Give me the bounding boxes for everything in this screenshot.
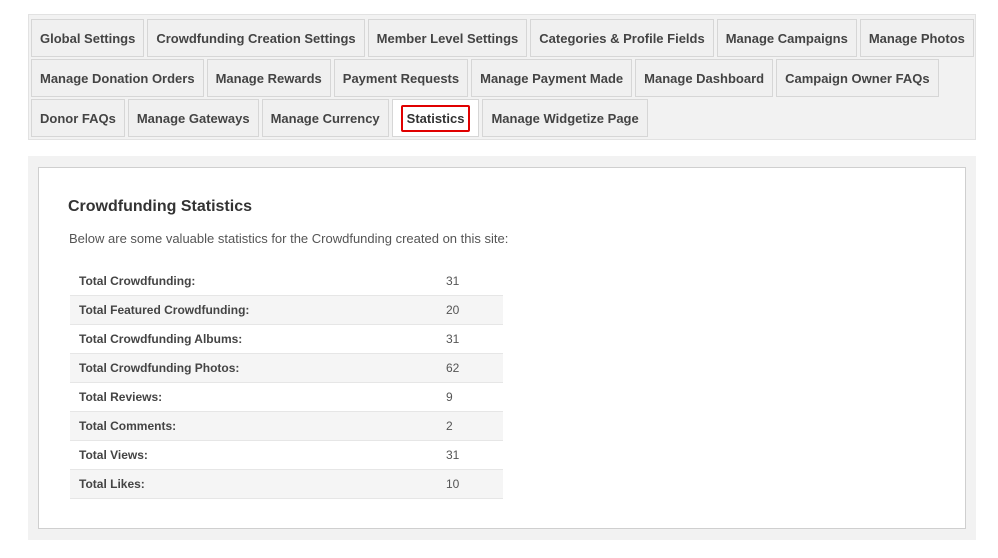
stat-value: 10 xyxy=(446,477,460,491)
stat-label: Total Featured Crowdfunding: xyxy=(79,303,250,317)
tab-manage-rewards[interactable]: Manage Rewards xyxy=(206,59,331,97)
stat-row: Total Crowdfunding Albums: 31 xyxy=(70,325,503,354)
stat-row: Total Comments: 2 xyxy=(70,412,503,441)
tab-statistics-label: Statistics xyxy=(400,104,471,132)
tab-row-3: Donor FAQs Manage Gateways Manage Curren… xyxy=(31,99,651,137)
page-description: Below are some valuable statistics for t… xyxy=(69,231,509,246)
tab-row-2: Manage Donation Orders Manage Rewards Pa… xyxy=(31,59,942,97)
page-title: Crowdfunding Statistics xyxy=(68,198,252,215)
stat-label: Total Views: xyxy=(79,448,148,462)
stat-label: Total Comments: xyxy=(79,419,177,433)
tab-manage-dashboard[interactable]: Manage Dashboard xyxy=(635,59,774,97)
content-area: Crowdfunding Statistics Below are some v… xyxy=(28,156,976,540)
tab-payment-requests[interactable]: Payment Requests xyxy=(333,59,469,97)
stat-row: Total Crowdfunding: 31 xyxy=(70,267,503,296)
stat-value: 62 xyxy=(446,361,460,375)
stat-value: 20 xyxy=(446,303,460,317)
stat-row: Total Likes: 10 xyxy=(70,470,503,499)
tab-statistics[interactable]: Statistics xyxy=(391,99,480,137)
tab-manage-widgetize-page[interactable]: Manage Widgetize Page xyxy=(482,99,648,137)
stat-value: 31 xyxy=(446,332,460,346)
statistics-table: Total Crowdfunding: 31 Total Featured Cr… xyxy=(70,267,503,499)
stat-value: 31 xyxy=(446,274,460,288)
tab-campaign-owner-faqs[interactable]: Campaign Owner FAQs xyxy=(776,59,939,97)
tab-row-1: Global Settings Crowdfunding Creation Se… xyxy=(31,19,977,57)
stat-value: 31 xyxy=(446,448,460,462)
tab-manage-payment-made[interactable]: Manage Payment Made xyxy=(471,59,633,97)
statistics-panel: Crowdfunding Statistics Below are some v… xyxy=(38,167,966,529)
tab-manage-currency[interactable]: Manage Currency xyxy=(261,99,389,137)
admin-tabs-panel: Global Settings Crowdfunding Creation Se… xyxy=(28,14,976,140)
tab-manage-gateways[interactable]: Manage Gateways xyxy=(127,99,259,137)
stat-label: Total Crowdfunding: xyxy=(79,274,196,288)
stat-row: Total Featured Crowdfunding: 20 xyxy=(70,296,503,325)
stat-value: 9 xyxy=(446,390,453,404)
stat-label: Total Likes: xyxy=(79,477,145,491)
tab-crowdfunding-creation-settings[interactable]: Crowdfunding Creation Settings xyxy=(147,19,365,57)
tab-member-level-settings[interactable]: Member Level Settings xyxy=(367,19,528,57)
stat-row: Total Reviews: 9 xyxy=(70,383,503,412)
tab-donor-faqs[interactable]: Donor FAQs xyxy=(31,99,125,137)
tab-global-settings[interactable]: Global Settings xyxy=(31,19,145,57)
stat-row: Total Crowdfunding Photos: 62 xyxy=(70,354,503,383)
stat-label: Total Reviews: xyxy=(79,390,163,404)
stat-label: Total Crowdfunding Photos: xyxy=(79,361,240,375)
stat-label: Total Crowdfunding Albums: xyxy=(79,332,243,346)
tab-manage-campaigns[interactable]: Manage Campaigns xyxy=(716,19,857,57)
tab-categories-profile-fields[interactable]: Categories & Profile Fields xyxy=(530,19,714,57)
tab-manage-photos[interactable]: Manage Photos xyxy=(859,19,974,57)
stat-row: Total Views: 31 xyxy=(70,441,503,470)
stat-value: 2 xyxy=(446,419,453,433)
tab-manage-donation-orders[interactable]: Manage Donation Orders xyxy=(31,59,204,97)
